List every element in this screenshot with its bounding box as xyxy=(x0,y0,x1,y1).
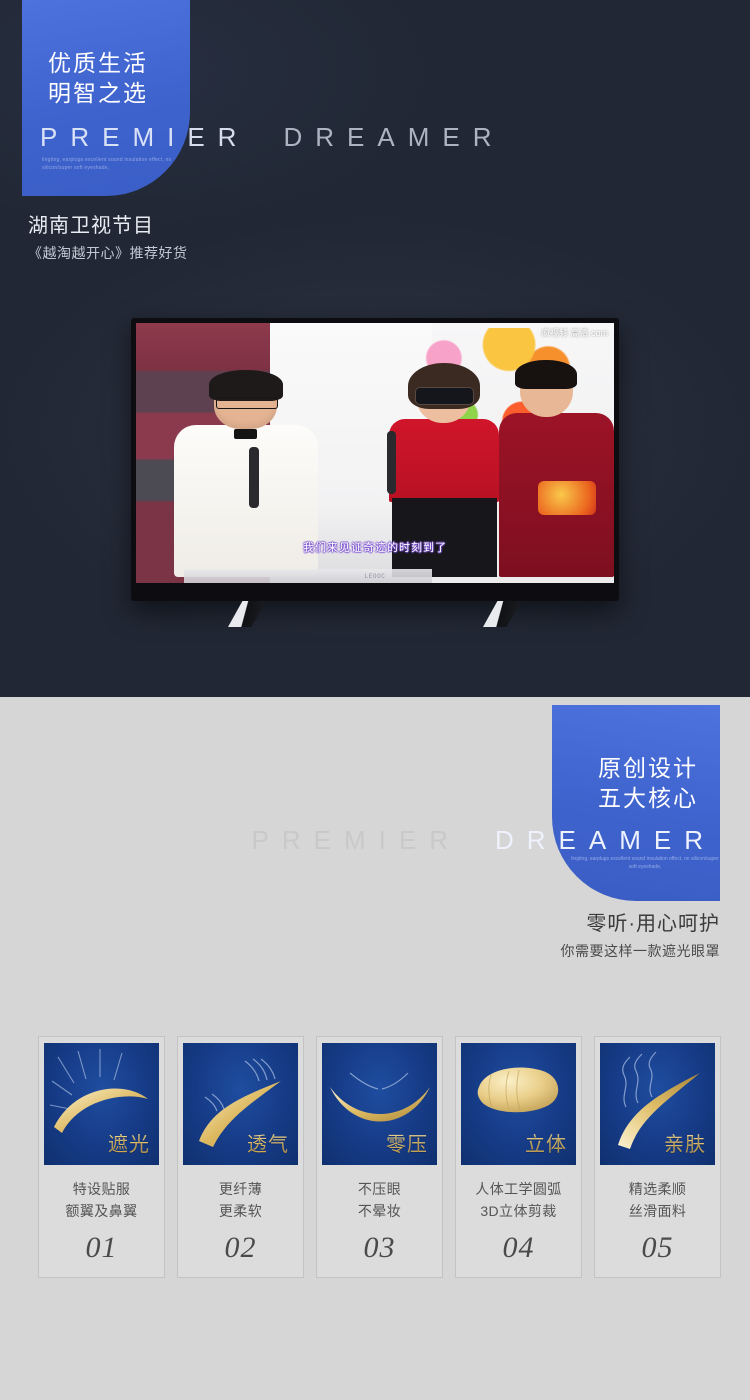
features-caption-subtitle: 你需要这样一款遮光眼罩 xyxy=(560,943,720,959)
feature-card[interactable]: 立体 人体工学圆弧 3D立体剪裁 04 xyxy=(455,1036,582,1278)
card-number: 02 xyxy=(224,1231,257,1264)
card-description: 不压眼 不晕妆 xyxy=(358,1178,401,1222)
tv-brand-logo: LEOOC xyxy=(364,573,386,580)
features-badge-title: 原创设计 五大核心 xyxy=(598,753,698,813)
host-microphone xyxy=(248,447,259,509)
card-number: 05 xyxy=(641,1231,674,1264)
features-microtext: lingting, earplugs excellent sound insul… xyxy=(571,856,719,870)
features-wordmark-right: DREAMER xyxy=(494,825,716,855)
features-section: 原创设计 五大核心 PREMIER DREAMER lingting, earpl… xyxy=(0,697,750,1400)
card-desc-line1: 更纤薄 xyxy=(218,1181,263,1197)
second-host-hair xyxy=(515,359,578,390)
hero-wordmark-left: PREMIER xyxy=(40,122,250,152)
card-desc-line1: 精选柔顺 xyxy=(628,1181,687,1197)
guest-microphone xyxy=(386,431,397,494)
guest-skirt xyxy=(391,497,497,577)
hero-wordmark: PREMIER DREAMER xyxy=(40,122,740,153)
tv-leg-right xyxy=(483,601,521,627)
features-blue-badge: 原创设计 五大核心 xyxy=(552,705,720,901)
card-keyword: 透气 xyxy=(247,1128,289,1157)
hero-caption: 湖南卫视节目 《越淘越开心》推荐好货 xyxy=(28,212,188,264)
card-keyword: 亲肤 xyxy=(664,1128,706,1157)
features-caption-title: 零听·用心呵护 xyxy=(586,913,720,935)
card-desc-line2: 额翼及鼻翼 xyxy=(65,1203,138,1219)
feature-card[interactable]: 零压 不压眼 不晕妆 03 xyxy=(316,1036,443,1278)
feature-card[interactable]: 亲肤 精选柔顺 丝滑面料 05 xyxy=(594,1036,721,1278)
tv-subtitle: 我们来见证奇迹的时刻到了 xyxy=(303,542,447,554)
card-number: 03 xyxy=(363,1231,396,1264)
scene-table xyxy=(183,569,433,583)
feature-card[interactable]: 透气 更纤薄 更柔软 02 xyxy=(177,1036,304,1278)
card-desc-line2: 丝滑面料 xyxy=(628,1203,687,1219)
card-icon-panel: 零压 xyxy=(322,1043,437,1165)
hero-caption-title: 湖南卫视节目 xyxy=(28,215,154,237)
hero-badge-title-line2: 明智之选 xyxy=(48,80,148,106)
tv-scene: 疯视频 高清.com 我们来见证奇迹的时刻到了 xyxy=(136,323,614,583)
feature-card-list: 遮光 特设贴服 额翼及鼻翼 01 透气 更纤薄 更柔软 02 零压 不压眼 不晕… xyxy=(38,1036,721,1278)
tv-stand xyxy=(131,601,619,628)
card-number: 01 xyxy=(85,1231,118,1264)
tv-screen: 疯视频 高清.com 我们来见证奇迹的时刻到了 LEOOC xyxy=(136,323,614,583)
hero-section: 优质生活 明智之选 PREMIER DREAMER lingting, earpl… xyxy=(0,0,750,697)
card-icon-panel: 透气 xyxy=(183,1043,298,1165)
card-desc-line1: 不压眼 xyxy=(357,1181,402,1197)
card-number: 04 xyxy=(502,1231,535,1264)
card-keyword: 立体 xyxy=(525,1128,567,1157)
eye-mask-icon xyxy=(415,387,473,405)
card-description: 人体工学圆弧 3D立体剪裁 xyxy=(475,1178,561,1222)
show-logo-badge xyxy=(538,481,596,515)
card-icon-panel: 亲肤 xyxy=(600,1043,715,1165)
features-wordmark: PREMIER DREAMER xyxy=(252,825,716,856)
guest-top xyxy=(389,418,500,503)
card-desc-line1: 人体工学圆弧 xyxy=(475,1181,562,1197)
channel-logo: 疯视频 高清.com xyxy=(540,328,608,338)
card-keyword: 零压 xyxy=(386,1128,428,1157)
card-description: 特设贴服 额翼及鼻翼 xyxy=(66,1178,138,1222)
features-badge-title-line2: 五大核心 xyxy=(598,785,698,811)
hero-caption-subtitle: 《越淘越开心》推荐好货 xyxy=(28,245,188,261)
card-desc-line2: 不晕妆 xyxy=(357,1203,402,1219)
card-description: 更纤薄 更柔软 xyxy=(219,1178,262,1222)
features-badge-title-line1: 原创设计 xyxy=(598,755,698,781)
tv-leg-left xyxy=(228,601,266,627)
host-glasses xyxy=(215,396,279,409)
hero-microtext: lingting, earplugs excellent sound insul… xyxy=(42,157,172,171)
features-caption: 零听·用心呵护 你需要这样一款遮光眼罩 xyxy=(561,910,721,962)
feature-card[interactable]: 遮光 特设贴服 额翼及鼻翼 01 xyxy=(38,1036,165,1278)
product-detail-page: 优质生活 明智之选 PREMIER DREAMER lingting, earpl… xyxy=(0,0,750,1400)
card-desc-line2: 3D立体剪裁 xyxy=(480,1203,557,1219)
hero-badge-title: 优质生活 明智之选 xyxy=(48,48,148,108)
television: 疯视频 高清.com 我们来见证奇迹的时刻到了 LEOOC xyxy=(131,318,619,628)
card-icon-panel: 立体 xyxy=(461,1043,576,1165)
card-desc-line1: 特设贴服 xyxy=(72,1181,131,1197)
card-icon-panel: 遮光 xyxy=(44,1043,159,1165)
hero-badge-title-line1: 优质生活 xyxy=(48,50,148,76)
card-description: 精选柔顺 丝滑面料 xyxy=(629,1178,687,1222)
features-wordmark-left: PREMIER xyxy=(251,825,461,855)
host-bowtie xyxy=(234,428,258,440)
card-desc-line2: 更柔软 xyxy=(218,1203,263,1219)
card-keyword: 遮光 xyxy=(108,1128,150,1157)
hero-wordmark-right: DREAMER xyxy=(283,122,505,152)
tv-frame: 疯视频 高清.com 我们来见证奇迹的时刻到了 LEOOC xyxy=(131,318,619,601)
